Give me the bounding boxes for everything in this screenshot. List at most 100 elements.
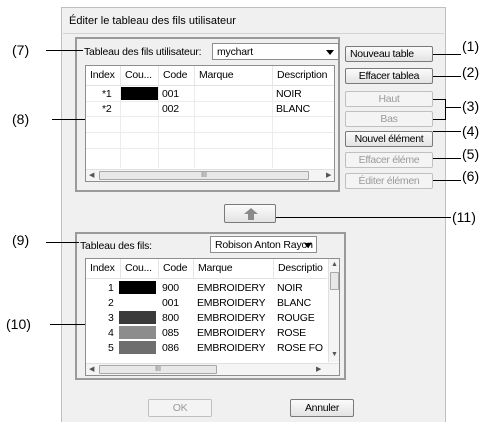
table-row-brand: EMBROIDERY — [197, 297, 266, 309]
callout-7: (7) — [12, 42, 30, 58]
color-swatch[interactable] — [121, 102, 158, 115]
leader-line-5 — [433, 158, 461, 159]
dialog-title: Éditer le tableau des fils utilisateur — [69, 15, 236, 27]
scroll-left-icon[interactable]: ◀ — [89, 366, 94, 374]
leader-line-1 — [433, 54, 461, 55]
callout-2: (2) — [462, 64, 480, 80]
table-row-index: *2 — [102, 103, 112, 115]
color-swatch — [119, 281, 156, 294]
scrollbar-grip: III — [201, 172, 207, 179]
table-row-index: *1 — [102, 88, 112, 100]
grid-line — [86, 148, 334, 149]
horizontal-scrollbar[interactable]: ◀ III ▶ — [86, 169, 334, 181]
callout-8: (8) — [12, 111, 30, 127]
grid-line — [158, 86, 159, 168]
color-swatch — [119, 296, 156, 309]
color-swatch — [119, 326, 156, 339]
scroll-left-icon[interactable]: ◀ — [89, 172, 94, 180]
thread-chart-select[interactable]: Robison Anton Rayon — [210, 236, 317, 253]
column-header-code[interactable]: Code — [159, 259, 194, 278]
column-header-brand[interactable]: Marque — [195, 66, 273, 85]
table-row-code: 900 — [162, 282, 179, 294]
add-to-chart-button[interactable] — [224, 204, 276, 223]
table-row-code: 085 — [162, 327, 179, 339]
delete-chart-button[interactable]: Effacer tablea — [345, 68, 433, 84]
table-row-index: 4 — [108, 327, 114, 339]
table-row-description: ROSE — [277, 327, 306, 339]
scroll-right-icon[interactable]: ▶ — [326, 172, 331, 180]
table-row-index: 1 — [108, 282, 114, 294]
vertical-scrollbar[interactable]: ▲ ▼ — [328, 259, 339, 362]
scrollbar-thumb[interactable]: III — [99, 365, 217, 374]
table-row-code: 002 — [162, 103, 179, 115]
column-header-color[interactable]: Cou... — [121, 66, 159, 85]
table-row-description: NOIR — [277, 282, 303, 294]
callout-1: (1) — [462, 38, 480, 54]
callout-3: (3) — [462, 98, 480, 114]
scroll-down-icon[interactable]: ▼ — [331, 351, 338, 359]
leader-line-3b — [433, 119, 445, 120]
new-chart-button[interactable]: Nouveau table — [345, 46, 433, 62]
leader-line-6 — [433, 180, 461, 181]
leader-line-2 — [433, 76, 461, 77]
grid-line — [86, 132, 334, 133]
table-row-index: 3 — [108, 312, 114, 324]
table-row-description: BLANC — [276, 103, 311, 115]
delete-item-button[interactable]: Effacer éléme — [345, 152, 433, 168]
arrow-up-icon — [244, 208, 258, 220]
grid-line — [86, 116, 334, 117]
scroll-up-icon[interactable]: ▲ — [331, 261, 338, 269]
scrollbar-thumb[interactable]: III — [99, 171, 309, 180]
leader-line-10 — [50, 324, 85, 325]
table-row-description: ROSE FO — [277, 342, 323, 354]
edit-item-button[interactable]: Éditer élémen — [345, 173, 433, 189]
column-header-code[interactable]: Code — [159, 66, 195, 85]
table-row-code: 086 — [162, 342, 179, 354]
leader-line-3a — [433, 99, 445, 100]
user-chart-table[interactable]: Index Cou... Code Marque Description *1 … — [85, 65, 335, 182]
table-row-code: 800 — [162, 312, 179, 324]
grid-line — [194, 86, 195, 168]
table-row-brand: EMBROIDERY — [197, 342, 266, 354]
ok-button[interactable]: OK — [148, 399, 212, 417]
move-down-button[interactable]: Bas — [345, 111, 433, 127]
user-chart-select-value: mychart — [217, 46, 253, 58]
header-divider — [86, 85, 334, 86]
column-header-index[interactable]: Index — [86, 66, 121, 85]
column-header-color[interactable]: Cou... — [121, 259, 159, 278]
thread-chart-label: Tableau des fils: — [80, 240, 152, 252]
table-row-brand: EMBROIDERY — [197, 327, 266, 339]
table-row-description: BLANC — [277, 297, 312, 309]
thread-chart-table[interactable]: Index Cou... Code Marque Descriptio 1 90… — [85, 258, 340, 376]
color-swatch — [119, 341, 156, 354]
new-item-button[interactable]: Nouvel élément — [345, 131, 433, 147]
column-header-brand[interactable]: Marque — [194, 259, 274, 278]
leader-line-9 — [46, 242, 79, 243]
horizontal-scrollbar[interactable]: ◀ III ▶ — [86, 363, 339, 375]
cancel-button[interactable]: Annuler — [290, 399, 354, 417]
table-row-brand: EMBROIDERY — [197, 312, 266, 324]
chevron-down-icon — [304, 243, 312, 248]
table-row-description: NOIR — [276, 88, 302, 100]
user-chart-label: Tableau des fils utilisateur: — [84, 46, 202, 58]
column-header-description[interactable]: Descriptio — [274, 259, 329, 278]
column-header-index[interactable]: Index — [86, 259, 121, 278]
leader-line-8 — [52, 119, 85, 120]
header-divider — [86, 278, 327, 279]
user-chart-select[interactable]: mychart — [212, 43, 339, 60]
table-row-description: ROUGE — [277, 312, 315, 324]
callout-11: (11) — [452, 209, 476, 225]
grid-line — [272, 86, 273, 168]
color-swatch[interactable] — [121, 87, 158, 100]
move-up-button[interactable]: Haut — [345, 91, 433, 107]
chevron-down-icon — [326, 50, 334, 55]
scrollbar-thumb[interactable] — [330, 272, 339, 290]
column-header-description[interactable]: Description — [273, 66, 334, 85]
scroll-right-icon[interactable]: ▶ — [316, 366, 321, 374]
table-row-brand: EMBROIDERY — [197, 282, 266, 294]
callout-6: (6) — [462, 168, 480, 184]
thread-chart-select-value: Robison Anton Rayon — [215, 239, 313, 251]
callout-9: (9) — [12, 232, 30, 248]
color-swatch — [119, 311, 156, 324]
callout-5: (5) — [462, 146, 480, 162]
